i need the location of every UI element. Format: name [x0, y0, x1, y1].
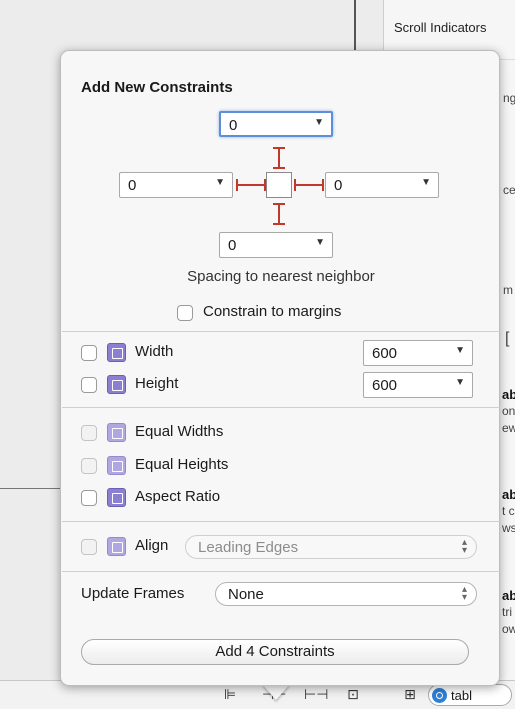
divider	[62, 407, 500, 408]
width-value-field[interactable]: 600 ▼	[363, 340, 473, 366]
align-label: Align	[135, 537, 169, 554]
add-constraints-popover: Add New Constraints 0 ▼ 0 ▼ 0 ▼ 0 ▼ Spac…	[60, 50, 500, 686]
inspector-fragment: ont	[502, 404, 515, 418]
bottom-spacing-value: 0	[228, 237, 237, 254]
aspect-ratio-checkbox[interactable]	[81, 490, 97, 506]
align-icon[interactable]: ⊫	[220, 687, 240, 703]
up-down-chevron-icon: ▴ ▾	[461, 584, 467, 603]
align-checkbox[interactable]	[81, 539, 97, 555]
inspector-fragment: ew	[502, 421, 515, 435]
inspector-fragment: ce	[503, 183, 515, 197]
top-spacing-value: 0	[229, 117, 238, 134]
divider	[62, 331, 500, 332]
inspector-fragment: ab	[502, 387, 515, 402]
library-search-field[interactable]: tabl	[428, 684, 512, 706]
library-search-value: tabl	[451, 688, 472, 703]
left-strut-icon[interactable]	[236, 178, 266, 192]
spacing-hint: Spacing to nearest neighbor	[187, 268, 375, 285]
height-checkbox[interactable]	[81, 377, 97, 393]
inspector-fragment: t c	[502, 504, 515, 518]
constrain-margins-checkbox[interactable]	[177, 305, 193, 321]
inspector-fragment: [	[505, 330, 510, 347]
chevron-down-icon[interactable]: ▼	[215, 177, 225, 188]
height-value-field[interactable]: 600 ▼	[363, 372, 473, 398]
left-spacing-value: 0	[128, 177, 137, 194]
inspector-fragment: tri	[502, 605, 512, 619]
add-constraints-button[interactable]: Add 4 Constraints	[81, 639, 469, 665]
width-checkbox[interactable]	[81, 345, 97, 361]
top-strut-icon[interactable]	[272, 147, 286, 169]
chevron-down-icon[interactable]: ▼	[455, 345, 465, 356]
update-frames-value: None	[228, 586, 264, 603]
filter-icon	[432, 688, 447, 703]
inspector-fragment: m	[503, 283, 513, 297]
align-popup[interactable]: Leading Edges ▴ ▾	[185, 535, 477, 559]
height-constraint-icon	[107, 375, 126, 394]
object-library-icon[interactable]: ⊞	[400, 687, 420, 703]
chevron-down-icon[interactable]: ▼	[455, 377, 465, 388]
right-spacing-field[interactable]: 0 ▼	[325, 172, 439, 198]
equal-heights-label: Equal Heights	[135, 456, 229, 473]
bottom-spacing-field[interactable]: 0 ▼	[219, 232, 333, 258]
canvas-divider	[0, 488, 60, 489]
right-strut-icon[interactable]	[294, 178, 324, 192]
chevron-down-icon[interactable]: ▼	[421, 177, 431, 188]
equal-heights-checkbox[interactable]	[81, 458, 97, 474]
resizing-icon[interactable]: ⊡	[343, 687, 363, 703]
constrain-margins-label: Constrain to margins	[203, 303, 342, 320]
selected-view-icon	[266, 172, 292, 198]
right-spacing-value: 0	[334, 177, 343, 194]
resolve-issues-icon[interactable]: ⊢⊣	[304, 687, 328, 703]
width-value: 600	[372, 345, 398, 362]
chevron-down-icon[interactable]: ▼	[314, 117, 324, 128]
width-label: Width	[135, 343, 174, 360]
inspector-fragment: ow	[502, 622, 515, 636]
divider	[62, 571, 500, 572]
aspect-ratio-icon	[107, 488, 126, 507]
inspector-fragment: ab	[502, 487, 515, 502]
chevron-down-icon[interactable]: ▼	[315, 237, 325, 248]
bottom-strut-icon[interactable]	[272, 203, 286, 225]
equal-widths-label: Equal Widths	[135, 423, 224, 440]
equal-heights-icon	[107, 456, 126, 475]
left-spacing-field[interactable]: 0 ▼	[119, 172, 233, 198]
top-spacing-field[interactable]: 0 ▼	[219, 111, 333, 137]
popover-title: Add New Constraints	[81, 79, 233, 96]
up-down-chevron-icon: ▴ ▾	[461, 537, 467, 556]
divider	[62, 521, 500, 522]
width-constraint-icon	[107, 343, 126, 362]
height-label: Height	[135, 375, 179, 392]
aspect-ratio-label: Aspect Ratio	[135, 488, 221, 505]
inspector-fragment: ab	[502, 588, 515, 603]
popover-pointer	[262, 684, 290, 700]
equal-widths-checkbox[interactable]	[81, 425, 97, 441]
height-value: 600	[372, 377, 398, 394]
align-popup-value: Leading Edges	[198, 539, 299, 556]
scroll-indicators-label: Scroll Indicators	[394, 20, 487, 35]
update-frames-label: Update Frames	[81, 585, 185, 602]
align-constraint-icon	[107, 537, 126, 556]
update-frames-popup[interactable]: None ▴ ▾	[215, 582, 477, 606]
inspector-fragment: ng	[503, 91, 515, 105]
inspector-fragment: ws	[502, 521, 515, 535]
equal-widths-icon	[107, 423, 126, 442]
